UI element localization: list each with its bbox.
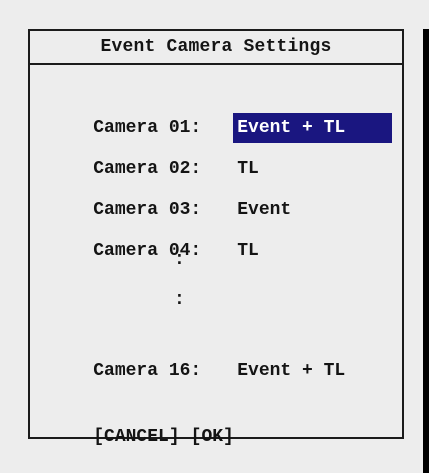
camera-row-16[interactable]: Camera 16: Event + TL [50,326,349,381]
camera-row-03[interactable]: Camera 03: Event [50,165,295,220]
camera-row-02[interactable]: Camera 02: TL [50,124,263,179]
camera-row-01[interactable]: Camera 01: Event + TL [50,83,393,143]
ellipsis-mark: : [174,250,185,270]
camera-16-value[interactable]: Event + TL [233,356,349,386]
camera-04-label: Camera 04: [93,241,202,261]
dialog-actions: [CANCEL] [OK] [50,401,234,473]
dialog-title: Event Camera Settings [30,31,402,65]
cancel-button[interactable]: [CANCEL] [93,425,179,449]
ellipsis-mark: : [174,290,185,310]
camera-04-value[interactable]: TL [233,236,263,266]
event-camera-settings-dialog: Event Camera Settings Camera 01: Event + … [28,29,404,447]
camera-16-label: Camera 16: [93,361,202,381]
right-edge-bar [423,29,429,473]
camera-row-04[interactable]: Camera 04: TL [50,206,263,261]
ok-button[interactable]: [OK] [191,425,234,449]
